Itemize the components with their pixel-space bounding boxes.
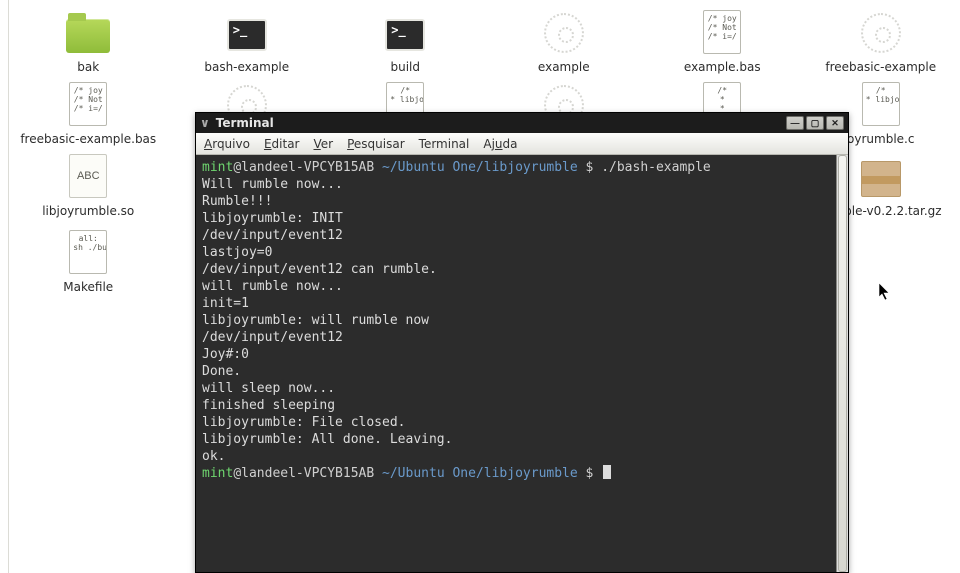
terminal-output-line: init=1 bbox=[202, 295, 840, 312]
textfile-icon: /* joy /* Not /* i=/ bbox=[64, 80, 112, 128]
desktop-icon-label: example.bas bbox=[684, 60, 761, 74]
terminal-output-line: /dev/input/event12 bbox=[202, 329, 840, 346]
terminal-scrollbar-thumb[interactable] bbox=[838, 155, 847, 572]
terminal-cursor bbox=[603, 465, 611, 479]
terminal-output-line: will rumble now... bbox=[202, 278, 840, 295]
menu-editar[interactable]: Editar bbox=[264, 137, 300, 151]
desktop-icon-label: bak bbox=[77, 60, 99, 74]
desktop-icon-label: freebasic-example bbox=[825, 60, 936, 74]
textfile-icon: all: sh ./bu bbox=[64, 228, 112, 276]
terminal-icon bbox=[381, 8, 429, 56]
desktop-icon-makefile[interactable]: all: sh ./bu Makefile bbox=[11, 228, 166, 294]
menu-ajuda[interactable]: Ajuda bbox=[483, 137, 517, 151]
terminal-output-line: Done. bbox=[202, 363, 840, 380]
terminal-menubar: Arquivo Editar Ver Pesquisar Terminal Aj… bbox=[196, 133, 848, 155]
terminal-titlebar[interactable]: ∨ Terminal — ▢ ✕ bbox=[196, 113, 848, 133]
terminal-output-line: finished sleeping bbox=[202, 397, 840, 414]
desktop-icon-label: example bbox=[538, 60, 590, 74]
textfile-icon: /* * libjo bbox=[857, 80, 905, 128]
desktop-icon-example[interactable]: example bbox=[486, 8, 641, 74]
desktop-icon-label: bash-example bbox=[204, 60, 289, 74]
terminal-icon bbox=[223, 8, 271, 56]
close-button[interactable]: ✕ bbox=[826, 116, 844, 130]
menu-pesquisar[interactable]: Pesquisar bbox=[347, 137, 405, 151]
terminal-app-icon: ∨ bbox=[200, 116, 210, 130]
terminal-output-line: /dev/input/event12 can rumble. bbox=[202, 261, 840, 278]
gear-icon bbox=[857, 8, 905, 56]
terminal-output-line: libjoyrumble: will rumble now bbox=[202, 312, 840, 329]
archive-icon bbox=[857, 152, 905, 200]
terminal-output-line: lastjoy=0 bbox=[202, 244, 840, 261]
terminal-prompt-line: mint@landeel-VPCYB15AB ~/Ubuntu One/libj… bbox=[202, 465, 840, 482]
terminal-output-line: libjoyrumble: All done. Leaving. bbox=[202, 431, 840, 448]
desktop-icon-label: freebasic-example.bas bbox=[20, 132, 156, 146]
desktop-icon-freebasic-example[interactable]: freebasic-example bbox=[803, 8, 958, 74]
desktop-icon-bash-example[interactable]: bash-example bbox=[169, 8, 324, 74]
desktop-icon-label: libjoyrumble.so bbox=[42, 204, 134, 218]
desktop[interactable]: bak bash-example build example /* joy /* Not… bbox=[8, 0, 960, 573]
terminal-output-line: Rumble!!! bbox=[202, 193, 840, 210]
textfile-icon: /* joy /* Not /* i=/ bbox=[698, 8, 746, 56]
terminal-output-line: will sleep now... bbox=[202, 380, 840, 397]
menu-ver[interactable]: Ver bbox=[314, 137, 334, 151]
desktop-icon-label: build bbox=[390, 60, 420, 74]
terminal-prompt-line: mint@landeel-VPCYB15AB ~/Ubuntu One/libj… bbox=[202, 159, 840, 176]
desktop-icon-build[interactable]: build bbox=[328, 8, 483, 74]
terminal-output-line: /dev/input/event12 bbox=[202, 227, 840, 244]
minimize-button[interactable]: — bbox=[786, 116, 804, 130]
maximize-button[interactable]: ▢ bbox=[806, 116, 824, 130]
terminal-output-line: libjoyrumble: INIT bbox=[202, 210, 840, 227]
desktop-icon-label: oyrumble.c bbox=[847, 132, 914, 146]
terminal-output-line: Will rumble now... bbox=[202, 176, 840, 193]
terminal-output-line: Joy#:0 bbox=[202, 346, 840, 363]
desktop-icon-bak[interactable]: bak bbox=[11, 8, 166, 74]
menu-arquivo[interactable]: Arquivo bbox=[204, 137, 250, 151]
terminal-output-line: ok. bbox=[202, 448, 840, 465]
desktop-icon-example-bas[interactable]: /* joy /* Not /* i=/ example.bas bbox=[645, 8, 800, 74]
gear-icon bbox=[540, 8, 588, 56]
terminal-body[interactable]: mint@landeel-VPCYB15AB ~/Ubuntu One/libj… bbox=[196, 155, 848, 572]
desktop-icon-freebasic-example-bas[interactable]: /* joy /* Not /* i=/ freebasic-example.ba… bbox=[11, 80, 166, 146]
desktop-icon-libjoyrumble-so[interactable]: ABC libjoyrumble.so bbox=[11, 152, 166, 222]
terminal-scrollbar[interactable] bbox=[836, 155, 848, 572]
sharedlib-icon: ABC bbox=[64, 152, 112, 200]
terminal-window: ∨ Terminal — ▢ ✕ Arquivo Editar Ver Pesq… bbox=[195, 112, 849, 573]
folder-icon bbox=[64, 8, 112, 56]
terminal-title: Terminal bbox=[216, 116, 274, 130]
menu-terminal[interactable]: Terminal bbox=[419, 137, 470, 151]
desktop-icon-label: Makefile bbox=[63, 280, 113, 294]
terminal-output-line: libjoyrumble: File closed. bbox=[202, 414, 840, 431]
